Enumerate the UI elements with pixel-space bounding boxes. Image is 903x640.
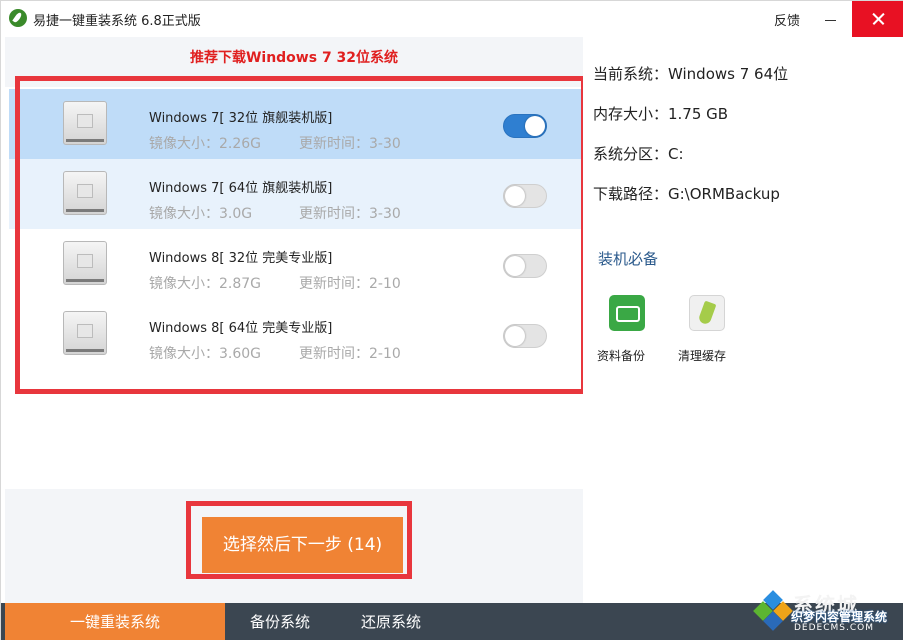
toggle-knob [505,186,525,206]
windows-logo-icon [77,184,93,198]
system-row[interactable]: Windows 8[ 64位 完美专业版] 镜像大小：3.60G 更新时间：2-… [9,299,583,369]
select-toggle[interactable] [503,254,547,278]
system-row[interactable]: Windows 7[ 64位 旗舰装机版] 镜像大小：3.0G 更新时间：3-3… [9,159,583,229]
app-logo-icon [9,9,27,27]
image-size: 镜像大小：2.87G [149,276,262,292]
partition-info: 系统分区：C: [593,145,684,163]
system-name: Windows 7[ 32位 旗舰装机版] [149,111,333,126]
backup-label: 资料备份 [597,349,646,363]
toggle-knob [505,326,525,346]
system-row[interactable]: Windows 7[ 32位 旗舰装机版] 镜像大小：2.26G 更新时间：3-… [9,89,583,159]
broom-icon [689,295,725,331]
disk-icon [63,241,107,285]
tab-backup[interactable]: 备份系统 [225,603,335,640]
download-path-info: 下载路径：G:\ORMBackup [593,185,780,203]
update-time: 更新时间：3-30 [299,206,401,222]
tools-section-title: 装机必备 [598,250,659,268]
app-window: 易捷一键重装系统 6.8正式版 反馈 推荐下载Windows 7 32位系统 W… [0,0,903,640]
memory-info: 内存大小：1.75 GB [593,105,729,123]
watermark-logo-icon [753,589,793,631]
image-size: 镜像大小：3.0G [149,206,253,222]
minimize-icon[interactable] [809,1,851,37]
update-time: 更新时间：2-10 [299,346,401,362]
title-bar: 易捷一键重装系统 6.8正式版 反馈 [1,1,903,37]
backup-icon [609,295,645,331]
system-name: Windows 7[ 64位 旗舰装机版] [149,181,333,196]
disk-icon [63,311,107,355]
select-toggle[interactable] [503,184,547,208]
clean-label: 清理缓存 [678,349,727,363]
system-row[interactable]: Windows 8[ 32位 完美专业版] 镜像大小：2.87G 更新时间：2-… [9,229,583,299]
select-toggle[interactable] [503,324,547,348]
data-backup-tool[interactable]: 资料备份 [591,295,661,365]
disk-icon [63,101,107,145]
recommend-text: 推荐下载Windows 7 32位系统 [189,50,399,66]
windows-logo-icon [77,254,93,268]
next-step-button[interactable]: 选择然后下一步 (14) [202,517,403,573]
toggle-knob [505,256,525,276]
update-time: 更新时间：2-10 [299,276,401,292]
tab-restore[interactable]: 还原系统 [335,603,447,640]
update-time: 更新时间：3-30 [299,136,401,152]
watermark-url: DEDECMS.COM [794,623,874,633]
app-title: 易捷一键重装系统 6.8正式版 [33,14,201,29]
disk-icon [63,171,107,215]
toggle-knob [525,116,545,136]
system-name: Windows 8[ 64位 完美专业版] [149,321,333,336]
close-icon[interactable] [852,1,903,37]
system-name: Windows 8[ 32位 完美专业版] [149,251,333,266]
windows-logo-icon [77,324,93,338]
select-toggle[interactable] [503,114,547,138]
current-system-info: 当前系统：Windows 7 64位 [593,65,789,83]
clean-cache-tool[interactable]: 清理缓存 [671,295,741,365]
tab-reinstall[interactable]: 一键重装系统 [5,603,225,640]
image-size: 镜像大小：3.60G [149,346,262,362]
info-panel: 当前系统：Windows 7 64位 内存大小：1.75 GB 系统分区：C: … [583,37,903,603]
image-size: 镜像大小：2.26G [149,136,262,152]
system-list: Windows 7[ 32位 旗舰装机版] 镜像大小：2.26G 更新时间：3-… [5,87,583,489]
windows-logo-icon [77,114,93,128]
feedback-link[interactable]: 反馈 [774,10,800,29]
